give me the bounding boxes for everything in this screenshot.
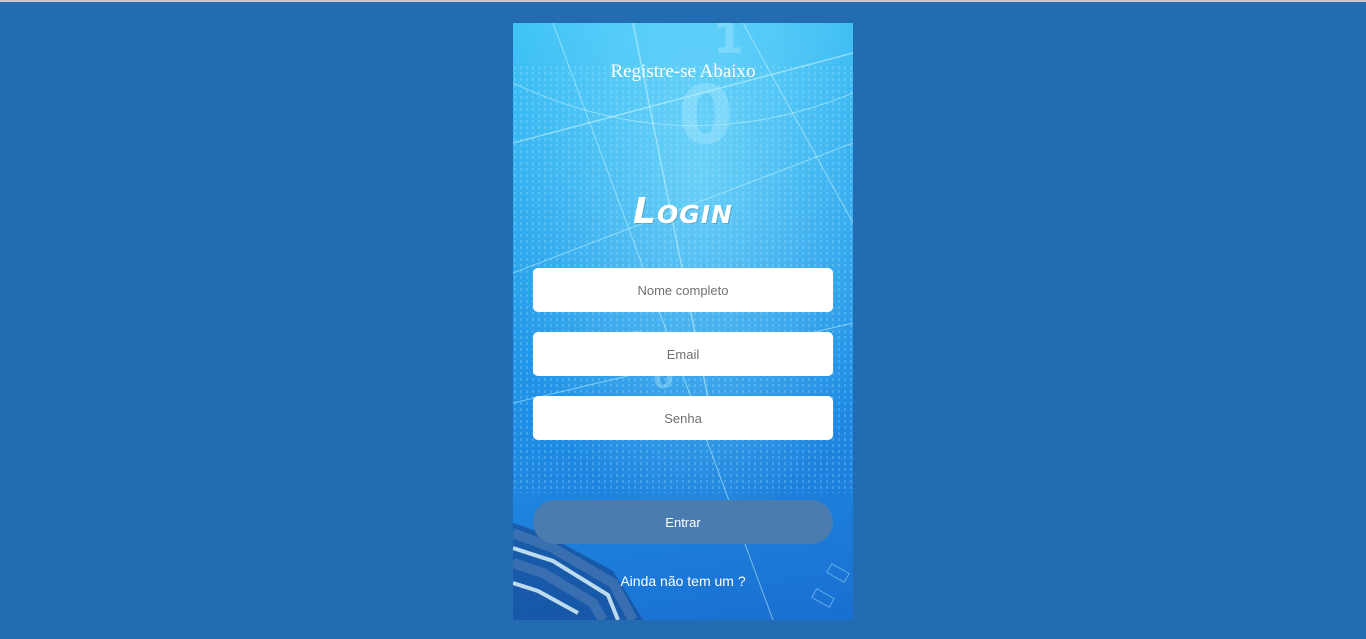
- register-card: 0 1 1 0 Registre-se Abaixo Login Entrar …: [513, 23, 853, 620]
- browser-top-border: [0, 0, 1366, 2]
- svg-text:1: 1: [713, 23, 744, 64]
- full-name-input[interactable]: [533, 268, 833, 312]
- register-heading: Registre-se Abaixo: [610, 61, 756, 82]
- login-title: Login: [633, 191, 733, 232]
- signup-link[interactable]: Ainda não tem um ?: [513, 573, 853, 589]
- password-input[interactable]: [533, 396, 833, 440]
- email-input[interactable]: [533, 332, 833, 376]
- submit-button[interactable]: Entrar: [533, 500, 833, 544]
